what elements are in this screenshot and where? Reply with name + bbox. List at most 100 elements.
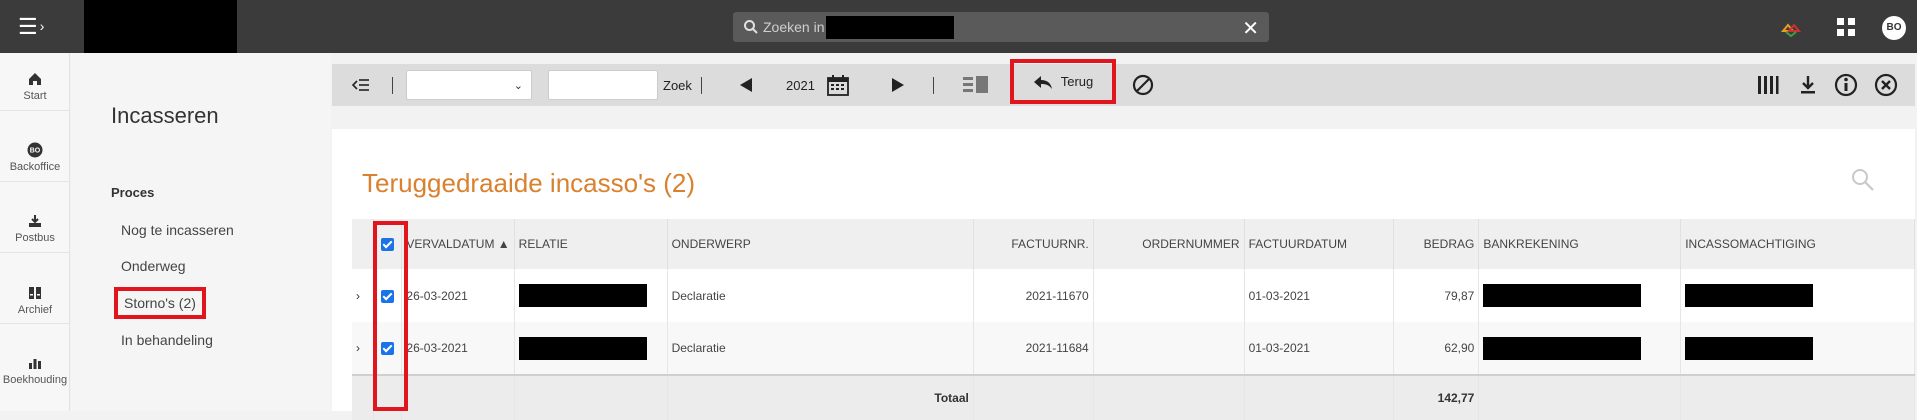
subnav-item-nog-te-incasseren[interactable]: Nog te incasseren — [121, 222, 234, 238]
redacted-bankrekening — [1483, 284, 1642, 307]
column-header-bedrag[interactable]: BEDRAG — [1393, 219, 1480, 269]
page-title: Teruggedraaide incasso's (2) — [362, 168, 696, 198]
year-label: 2021 — [786, 77, 815, 93]
column-header-vervaldatum[interactable]: VERVALDATUM ▲ — [401, 219, 515, 269]
rail-item-backoffice[interactable]: BO Backoffice — [0, 142, 70, 173]
table-row[interactable]: › 26-03-2021 Declaratie 2021-11684 01-03… — [352, 322, 1915, 375]
bar-chart-icon — [29, 359, 41, 369]
close-panel-button[interactable] — [1874, 64, 1898, 106]
previous-year-button[interactable] — [740, 64, 752, 106]
stornos-table: VERVALDATUM ▲ RELATIE ONDERWERP FACTUURN… — [352, 219, 1915, 420]
terug-label: Terug — [1060, 74, 1094, 89]
divider — [0, 181, 70, 182]
cell-onderwerp: Declaratie — [667, 269, 974, 322]
column-header-factuurnr[interactable]: FACTUURNR. — [973, 219, 1094, 269]
search-scope-redacted — [826, 16, 954, 39]
column-header-bankrekening[interactable]: BANKREKENING — [1478, 219, 1682, 269]
subnav-item-stornos[interactable]: Storno's (2) — [114, 287, 206, 319]
archive-icon — [29, 287, 41, 299]
rail-item-boekhouding[interactable]: Boekhouding — [0, 355, 70, 386]
expand-row-icon[interactable]: › — [352, 269, 375, 322]
rail-label: Boekhouding — [2, 374, 68, 386]
row-checkbox[interactable] — [381, 289, 395, 303]
menu-button[interactable]: ☰ › — [18, 12, 70, 42]
columns-button[interactable] — [1757, 64, 1779, 106]
row-checkbox[interactable] — [381, 342, 395, 356]
total-spacer — [373, 374, 403, 420]
company-logo-icon[interactable] — [1780, 17, 1802, 39]
cell-factuurdatum: 01-03-2021 — [1244, 322, 1395, 375]
brand-logo-redacted — [84, 0, 237, 53]
rail-item-archief[interactable]: Archief — [0, 285, 70, 316]
search-icon[interactable] — [1850, 167, 1876, 193]
subnav-item-in-behandeling[interactable]: In behandeling — [121, 332, 213, 348]
section-title: Incasseren — [111, 103, 219, 128]
close-icon[interactable]: ✕ — [1242, 16, 1259, 41]
row-checkbox-cell[interactable] — [373, 322, 403, 375]
calendar-button[interactable] — [827, 64, 849, 106]
search-placeholder: Zoeken in — [763, 19, 825, 35]
expand-column-header — [352, 219, 375, 269]
hamburger-icon: ☰ — [18, 14, 38, 39]
bo-badge-text: BO — [30, 148, 41, 155]
rail-label: Start — [23, 90, 47, 102]
triangle-right-icon — [892, 78, 904, 92]
zoek-input[interactable] — [548, 70, 658, 100]
cell-relatie — [514, 322, 668, 375]
ban-icon — [1132, 74, 1154, 96]
redacted-relatie — [518, 336, 647, 360]
column-header-onderwerp[interactable]: ONDERWERP — [667, 219, 974, 269]
total-spacer — [401, 374, 515, 420]
cell-vervaldatum: 26-03-2021 — [401, 269, 515, 322]
reply-arrow-icon — [1033, 75, 1052, 89]
select-all-checkbox[interactable] — [381, 238, 395, 252]
rail-item-start[interactable]: Start — [0, 71, 70, 102]
apps-grid-icon[interactable] — [1836, 17, 1856, 37]
column-header-ordernummer[interactable]: ORDERNUMMER — [1093, 219, 1245, 269]
user-avatar[interactable]: BO — [1882, 16, 1906, 40]
download-icon — [1801, 76, 1815, 94]
main-panel: Teruggedraaide incasso's (2) VERVALDATUM… — [332, 129, 1915, 420]
table-header-row: VERVALDATUM ▲ RELATIE ONDERWERP FACTUURN… — [352, 219, 1915, 269]
divider — [0, 252, 70, 253]
cell-relatie — [514, 269, 668, 322]
cell-incassomachtiging — [1680, 322, 1915, 375]
zoek-button[interactable]: Zoek — [663, 64, 692, 106]
terug-button[interactable]: Terug — [1010, 59, 1116, 104]
select-all-checkbox-cell[interactable] — [373, 219, 403, 269]
column-header-factuurdatum[interactable]: FACTUURDATUM — [1244, 219, 1395, 269]
total-spacer — [1478, 374, 1682, 420]
total-spacer — [1244, 374, 1395, 420]
divider — [392, 77, 393, 94]
redacted-relatie — [518, 284, 647, 307]
collapse-menu-button[interactable] — [352, 64, 370, 106]
menu-collapse-icon — [352, 79, 369, 91]
triangle-left-icon — [740, 78, 752, 92]
cancel-button[interactable] — [1132, 64, 1154, 106]
total-spacer — [973, 374, 1094, 420]
divider — [701, 77, 702, 94]
filter-select[interactable]: ⌄ — [406, 70, 532, 100]
total-value: 142,77 — [1393, 374, 1480, 420]
rail-item-postbus[interactable]: Postbus — [0, 213, 70, 244]
process-heading: Proces — [111, 185, 155, 200]
row-checkbox-cell[interactable] — [373, 269, 403, 322]
redacted-bankrekening — [1483, 336, 1642, 360]
download-button[interactable] — [1799, 64, 1817, 106]
cell-bedrag: 79,87 — [1393, 269, 1480, 322]
column-header-relatie[interactable]: RELATIE — [514, 219, 668, 269]
table-row[interactable]: › 26-03-2021 Declaratie 2021-11670 01-03… — [352, 269, 1915, 322]
redacted-incassomachtiging — [1685, 336, 1814, 360]
divider — [933, 77, 934, 94]
column-header-incassomachtiging[interactable]: INCASSOMACHTIGING — [1680, 219, 1915, 269]
subnav-item-onderweg[interactable]: Onderweg — [121, 258, 186, 274]
expand-row-icon[interactable]: › — [352, 322, 375, 375]
next-year-button[interactable] — [892, 64, 904, 106]
rail-label: Postbus — [15, 232, 55, 244]
total-spacer — [514, 374, 668, 420]
global-search[interactable]: Zoeken in ✕ — [733, 12, 1269, 42]
total-spacer — [352, 374, 375, 420]
list-view-button[interactable] — [963, 64, 989, 106]
inbox-download-icon — [29, 215, 41, 227]
info-button[interactable] — [1834, 64, 1858, 106]
